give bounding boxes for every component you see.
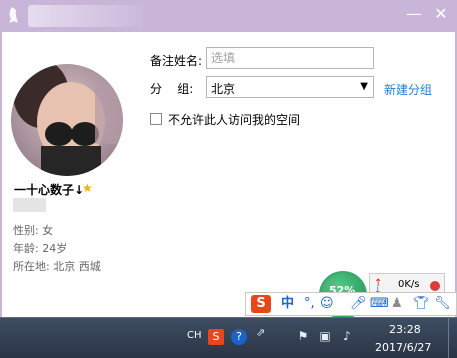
- account-id-redacted: [13, 198, 46, 212]
- tray-expand-icon[interactable]: ⇗: [256, 326, 265, 339]
- microphone-icon[interactable]: 🎤︎: [350, 295, 367, 313]
- language-indicator[interactable]: CH: [187, 330, 202, 341]
- taskbar: CH S ? ⇗ ⚑ ▣ ♪ 23:28 2017/6/27: [0, 317, 457, 358]
- vip-star-icon: ★: [82, 181, 93, 195]
- network-icon[interactable]: ▣: [318, 329, 332, 343]
- remark-label: 备注姓名:: [150, 54, 203, 68]
- tray-sogou-icon[interactable]: S: [208, 329, 224, 345]
- acceleration-ball-icon[interactable]: [430, 281, 440, 291]
- privacy-checkbox[interactable]: [150, 113, 162, 125]
- clock-date[interactable]: 2017/6/27: [375, 341, 431, 354]
- chevron-down-icon[interactable]: ▼: [360, 81, 368, 92]
- group-selected-value: 北京: [211, 82, 236, 96]
- new-group-link[interactable]: 新建分组: [384, 81, 432, 98]
- sogou-logo-icon[interactable]: S: [251, 295, 271, 313]
- group-label: 分 组:: [150, 82, 194, 96]
- network-speed: 0K/s: [398, 279, 420, 290]
- age-info: 年龄: 24岁: [13, 242, 68, 255]
- remark-input[interactable]: [206, 47, 374, 69]
- close-button[interactable]: ✕: [431, 4, 451, 24]
- app-logo-icon: [9, 7, 18, 23]
- tray-help-icon[interactable]: ?: [231, 329, 247, 345]
- nickname: 一十心数子↓: [14, 183, 85, 197]
- action-center-flag-icon[interactable]: ⚑: [296, 329, 310, 343]
- ime-toolbar[interactable]: S 中 °, ☺ 🎤︎ ⌨ ♟ 👕︎ 🔧︎: [245, 292, 457, 316]
- emoji-icon[interactable]: ☺: [320, 295, 334, 313]
- avatar-photo: [11, 64, 123, 176]
- privacy-checkbox-label[interactable]: 不允许此人访问我的空间: [168, 111, 300, 128]
- clock-time[interactable]: 23:28: [389, 323, 421, 336]
- wrench-icon[interactable]: 🔧︎: [434, 295, 451, 313]
- volume-icon[interactable]: ♪: [340, 329, 354, 343]
- title-bar[interactable]: — ✕: [0, 0, 457, 32]
- ime-mode-toggle[interactable]: 中: [281, 295, 294, 313]
- show-desktop-button[interactable]: [448, 318, 457, 358]
- user-icon[interactable]: ♟: [391, 295, 403, 313]
- group-select[interactable]: 北京 ▼: [206, 76, 374, 98]
- keyboard-icon[interactable]: ⌨: [370, 295, 389, 313]
- window-border-left: [0, 32, 2, 317]
- avatar: [11, 64, 123, 176]
- skin-shirt-icon[interactable]: 👕︎: [413, 295, 430, 313]
- window-title-redacted: [28, 5, 143, 27]
- gender-info: 性别: 女: [13, 224, 54, 237]
- minimize-button[interactable]: —: [404, 4, 424, 24]
- punctuation-toggle[interactable]: °,: [304, 295, 315, 313]
- location-info: 所在地: 北京 西城: [13, 260, 101, 273]
